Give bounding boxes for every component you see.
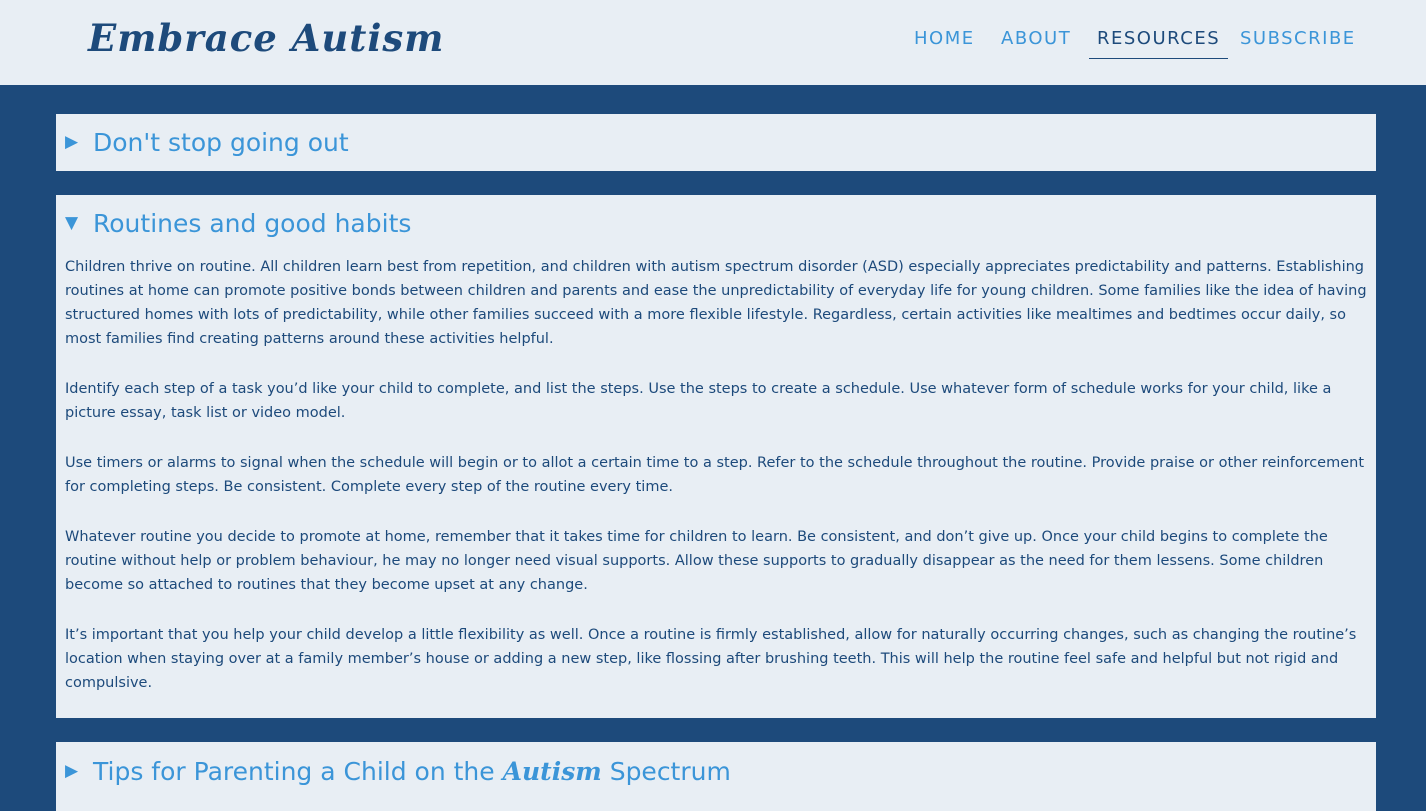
accordion-header-routines[interactable]: ▼ Routines and good habits xyxy=(65,205,411,241)
nav-home[interactable]: HOME xyxy=(914,28,975,58)
title-part: Tips for Parenting a Child on the xyxy=(93,756,503,786)
accordion-panel-routines: ▼ Routines and good habits Children thri… xyxy=(56,195,1376,718)
caret-right-icon: ▶ xyxy=(65,761,79,781)
accordion-title: Routines and good habits xyxy=(93,208,412,238)
accordion-panel-tips: ▶ Tips for Parenting a Child on the Auti… xyxy=(56,742,1376,811)
accordion-header-going-out[interactable]: ▶ Don't stop going out xyxy=(65,124,349,160)
main-nav: HOME ABOUT RESOURCES SUBSCRIBE xyxy=(0,28,1426,68)
accordion-body-routines: Children thrive on routine. All children… xyxy=(65,255,1369,721)
nav-about[interactable]: ABOUT xyxy=(1001,28,1071,58)
paragraph: Use timers or alarms to signal when the … xyxy=(65,455,1365,495)
accordion-title: Tips for Parenting a Child on the Autism… xyxy=(93,757,731,786)
caret-down-icon: ▼ xyxy=(65,213,79,233)
accordion-title: Don't stop going out xyxy=(93,127,349,157)
accordion-header-tips[interactable]: ▶ Tips for Parenting a Child on the Auti… xyxy=(65,753,731,789)
accordion-panel-going-out: ▶ Don't stop going out xyxy=(56,114,1376,171)
title-part: Spectrum xyxy=(601,756,731,786)
nav-resources[interactable]: RESOURCES xyxy=(1089,28,1229,59)
nav-subscribe[interactable]: SUBSCRIBE xyxy=(1240,28,1356,58)
site-header: Embrace Autism HOME ABOUT RESOURCES SUBS… xyxy=(0,0,1426,85)
paragraph: Whatever routine you decide to promote a… xyxy=(65,529,1328,593)
caret-right-icon: ▶ xyxy=(65,132,79,152)
title-part-emphasis: Autism xyxy=(502,756,602,786)
paragraph: It’s important that you help your child … xyxy=(65,627,1357,691)
paragraph: Children thrive on routine. All children… xyxy=(65,259,1367,347)
paragraph: Identify each step of a task you’d like … xyxy=(65,381,1332,421)
